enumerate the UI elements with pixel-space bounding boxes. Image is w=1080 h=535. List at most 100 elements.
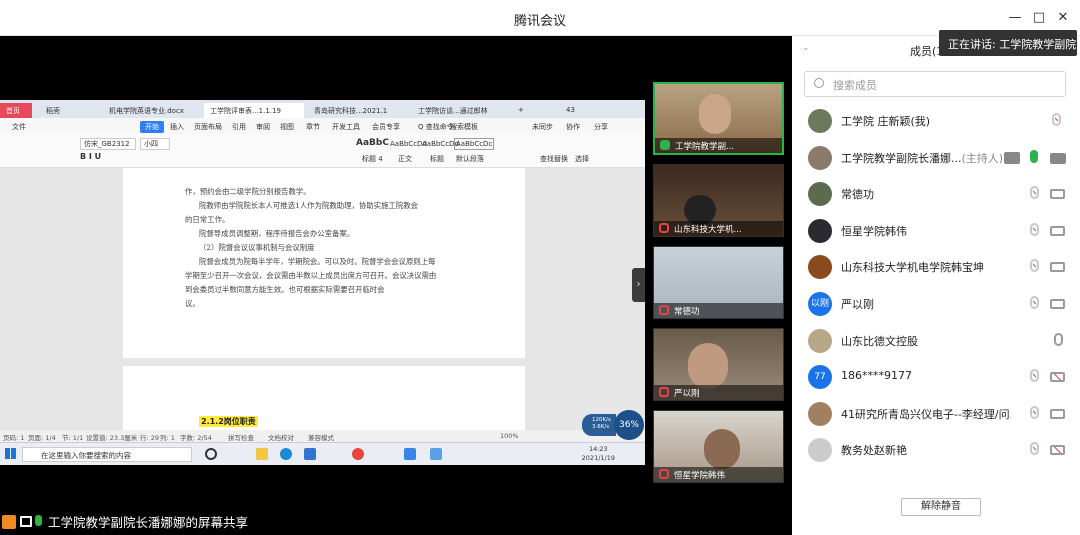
collapse-panel-handle[interactable]: › [632,268,645,302]
font-family-select[interactable]: 仿宋_GB2312 [80,138,136,150]
network-speed-badge: 120K/s 3.6K/s 36% [582,410,644,440]
taskbar-search-input[interactable]: 在这里输入你要搜索的内容 [22,447,192,462]
member-row[interactable]: 41研究所青岛兴仪电子--李经理/问... [792,396,1080,432]
member-row[interactable]: 教务处赵新艳 [792,432,1080,468]
menu-collab[interactable]: 协作 [566,122,580,132]
member-row[interactable]: 常德功 [792,176,1080,212]
member-name: 工学院教学副院长潘娜...(主持人) [841,150,1011,166]
camera-off-icon[interactable] [1050,372,1065,383]
menu-unsynced[interactable]: 未同步 [532,122,553,132]
wps-tab-home[interactable]: 首页 [0,103,32,118]
video-tile[interactable]: 工学院教学副... [653,82,784,155]
doc-line: 的日常工作。 [185,215,230,224]
mail-icon[interactable] [304,448,316,460]
member-row[interactable]: 山东比德文控股 [792,323,1080,359]
maximize-icon[interactable]: □ [1030,9,1048,27]
camera-icon[interactable] [1050,189,1065,200]
mic-muted-icon[interactable] [1030,296,1039,309]
camera-icon[interactable] [1050,225,1065,236]
bold-icon[interactable]: B I U [80,152,101,161]
menu-view[interactable]: 视图 [280,122,294,132]
camera-icon[interactable] [1050,152,1066,164]
menu-layout[interactable]: 页面布局 [194,122,222,132]
wps-ribbon: 仿宋_GB2312 小四 B I U AaBbC AaBbCcDd AaBbCc… [0,134,645,168]
video-tile[interactable]: 严以刚 [653,328,784,401]
menu-share[interactable]: 分享 [594,122,608,132]
mic-muted-icon [659,469,669,479]
style-preset[interactable]: AaBbCcDc [454,138,495,150]
member-row[interactable]: 恒星学院韩伟 [792,213,1080,249]
doc-line: （2）院督会议议事机制与会议制度 [199,243,315,252]
member-row[interactable]: 以刚 严以刚 [792,286,1080,322]
menu-reference[interactable]: 引用 [232,122,246,132]
menu-chapter[interactable]: 章节 [306,122,320,132]
mic-muted-icon[interactable] [1030,442,1039,456]
video-tile[interactable]: 常德功 [653,246,784,319]
mic-muted-icon[interactable] [1030,405,1039,419]
wps-tab[interactable]: 稻壳 [40,103,98,118]
menu-review[interactable]: 审阅 [256,122,270,132]
zoom-level[interactable]: 100% [500,432,519,440]
video-tile[interactable]: 山东科技大学机... [653,164,784,237]
camera-off-icon[interactable] [1050,445,1065,456]
menu-insert[interactable]: 插入 [170,122,184,132]
document-area: 作，预约会由二级学院分别报告教学。 院教师由学院院长本人可推选1人作为院教助理，… [0,168,645,436]
folder-icon[interactable] [256,448,268,460]
style-name: 正文 [398,155,412,163]
select-button[interactable]: 选择 [575,154,589,164]
member-row[interactable]: 77 186****9177 [792,359,1080,395]
tab-count: 43 [566,106,575,114]
find-replace-button[interactable]: 查找替换 [540,154,568,164]
highlighted-heading: 2.1.2岗位职责 [199,416,258,427]
app-icon[interactable] [430,448,442,460]
video-caption: 恒星学院韩伟 [654,467,783,482]
camera-icon[interactable] [1050,408,1065,419]
new-tab-icon[interactable]: + [512,103,528,118]
wps-icon[interactable] [404,448,416,460]
cortana-icon[interactable] [205,448,217,460]
member-row[interactable]: 山东科技大学机电学院韩宝坤 [792,249,1080,285]
wps-tab[interactable]: 青岛研究科技...2021.1 [308,103,408,118]
wps-tab[interactable]: 工学院评审表...1.1.19 [204,103,304,118]
wps-tab[interactable]: 工学院访谈...通过郎林 [412,103,508,118]
avatar [808,145,832,170]
document-page[interactable]: 作，预约会由二级学院分别报告教学。 院教师由学院院长本人可推选1人作为院教助理，… [123,168,525,358]
screen-share-icon[interactable] [1004,151,1020,164]
unmute-all-button[interactable]: 解除静音 [901,498,981,516]
video-tile[interactable]: 恒星学院韩伟 [653,410,784,483]
mic-muted-icon[interactable] [1052,113,1061,126]
mic-icon[interactable] [1054,332,1063,346]
member-name: 工学院 庄新颖(我) [841,113,1011,129]
mic-muted-icon[interactable] [1030,369,1039,383]
font-size-select[interactable]: 小四 [140,138,170,150]
mic-muted-icon[interactable] [1030,186,1039,200]
menu-start[interactable]: 开始 [140,121,164,133]
style-preset[interactable]: AaBbC [356,138,389,148]
menu-find-command[interactable]: Q 查找命令 [418,122,454,132]
menu-devtools[interactable]: 开发工具 [332,122,360,132]
menu-member[interactable]: 会员专享 [372,122,400,132]
menu-search-template[interactable]: 搜索模板 [450,122,478,132]
camera-icon[interactable] [1050,299,1065,309]
member-search-input[interactable]: 搜索成员 [804,71,1066,97]
windows-start-icon[interactable] [5,448,16,459]
edge-icon[interactable] [280,448,292,460]
member-row[interactable]: 工学院教学副院长潘娜...(主持人) [792,140,1080,176]
menu-file[interactable]: 文件 [12,122,26,132]
mic-muted-icon[interactable] [1030,259,1039,273]
doc-line: 院教师由学院院长本人可推选1人作为院教助理，协助实施工院教会 [199,201,419,210]
close-icon[interactable]: ✕ [1054,9,1072,27]
wps-tab-strip: 首页 稻壳 机电学院英语专业.docx 工学院评审表...1.1.19 青岛研究… [0,100,645,118]
member-row[interactable]: 工学院 庄新颖(我) [792,103,1080,139]
chevron-down-icon[interactable]: ⌄ [802,43,810,53]
document-page[interactable]: 2.1.2岗位职责 [123,366,525,436]
wps-tab[interactable]: 机电学院英语专业.docx [103,103,198,118]
status-item: 拼写检查 [228,434,254,442]
status-item: 页面: 1/4 [28,434,56,442]
camera-icon[interactable] [1050,262,1065,273]
chrome-icon[interactable] [352,448,364,460]
mic-muted-icon[interactable] [1030,222,1039,236]
speaking-indicator: 正在讲话: 工学院教学副院... [939,30,1077,56]
mic-active-icon[interactable] [1030,149,1038,163]
minimize-icon[interactable]: — [1006,9,1024,27]
